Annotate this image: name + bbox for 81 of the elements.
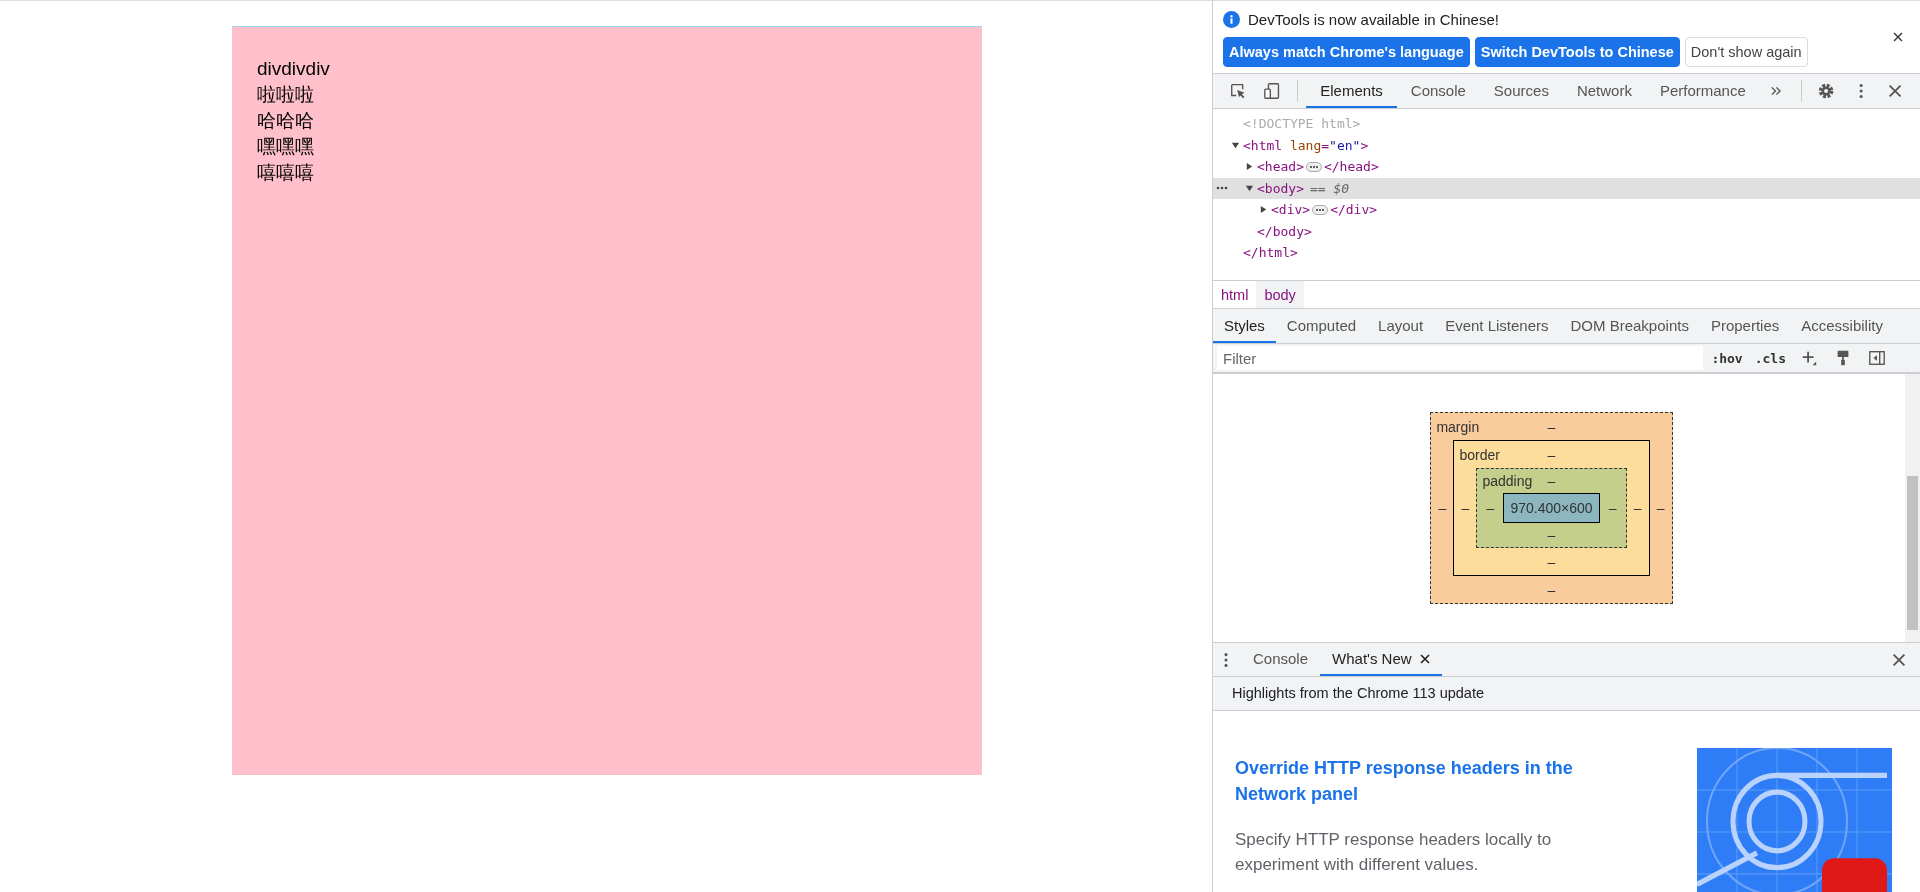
box-label: padding [1482,473,1533,489]
settings-icon[interactable] [1817,81,1836,101]
code-token: <div> [1271,202,1311,218]
code-token: "en" [1329,137,1361,153]
sidebar-tab[interactable]: Event Listeners [1434,309,1560,343]
dom-node-row[interactable]: <html lang="en"> [1213,134,1920,156]
code-token: <head> [1257,159,1304,175]
close-icon[interactable] [1419,653,1430,664]
more-options-icon[interactable] [1223,650,1229,669]
box-value: – [1547,446,1556,463]
panel-tab[interactable]: Performance [1645,74,1760,108]
code-token: </html> [1243,245,1298,261]
dots-icon[interactable] [1216,186,1228,191]
panel-tab[interactable]: Console [1396,74,1480,108]
box-value: – [1608,500,1617,516]
content-size: 970.400×600 [1503,493,1600,523]
ellipsis-icon[interactable] [1305,161,1322,172]
sidebar-tab[interactable]: Layout [1367,309,1435,343]
code-token: </div> [1330,202,1378,218]
article-title[interactable]: Override HTTP response headers in the Network panel [1235,755,1635,807]
box-value: – [1486,500,1495,516]
filter-field[interactable]: Filter [1217,346,1704,370]
box-value: – [1438,500,1447,516]
drawer-tab[interactable]: Console [1241,643,1321,676]
box-value: – [1547,418,1556,435]
code-token: lang [1289,137,1322,153]
box-value: – [1547,581,1556,598]
box-label: border [1459,446,1500,463]
text-line: 嘻嘻嘻 [257,161,315,185]
sidebar-tab[interactable]: Computed [1275,309,1368,343]
close-icon[interactable] [1893,32,1903,42]
box-value: – [1547,473,1556,489]
box-value: – [1547,553,1556,570]
device-icon[interactable] [1263,81,1282,101]
dom-node-row[interactable]: </html> [1213,242,1920,264]
scrollbar[interactable] [1905,374,1920,642]
sidebar-toggle-icon[interactable] [1868,349,1886,367]
text-line: divdivdiv [257,57,331,81]
box-value: – [1633,500,1642,516]
plus-icon[interactable] [1800,349,1818,367]
dom-node-row[interactable]: <head> </head> [1213,156,1920,178]
collapsed-triangle-icon[interactable] [1245,162,1254,172]
dom-node-row[interactable]: <body> == $0 [1213,177,1920,199]
dom-node-row[interactable]: </body> [1213,220,1920,242]
sidebar-tab[interactable]: DOM Breakpoints [1559,309,1700,343]
toggle-button[interactable]: :hov [1707,350,1747,366]
box-label: margin [1436,418,1480,435]
panel-tab[interactable]: Sources [1479,74,1563,108]
expanded-triangle-icon[interactable] [1245,183,1254,193]
box-value: – [1547,527,1556,543]
info-icon [1223,11,1240,28]
sidebar-tab[interactable]: Accessibility [1790,309,1894,343]
info-message: DevTools is now available in Chinese! [1248,11,1499,28]
text-line: 哈哈哈 [257,109,315,133]
drawer-subtitle: Highlights from the Chrome 113 update [1213,677,1920,711]
panel-tab[interactable]: Network [1562,74,1646,108]
box-value: – [1461,500,1470,516]
sidebar-tab[interactable]: Properties [1699,309,1791,343]
code-token: <html [1243,137,1284,153]
code-token: </head> [1323,159,1379,175]
breadcrumb[interactable]: body [1256,281,1304,308]
code-token: <body> [1257,180,1304,196]
info-button[interactable]: Always match Chrome's language [1223,37,1470,67]
article-text: Specify HTTP response headers locally to experiment with different values. [1235,829,1553,876]
dom-node-row[interactable]: <div> </div> [1213,199,1920,221]
collapsed-triangle-icon[interactable] [1259,205,1268,215]
box-value: – [1656,500,1665,516]
ellipsis-icon[interactable] [1312,204,1329,215]
info-button[interactable]: Switch DevTools to Chinese [1474,37,1680,67]
info-button[interactable]: Don't show again [1684,37,1808,67]
more-tabs-icon[interactable] [1769,85,1783,97]
code-token: = [1321,137,1330,153]
toggle-button[interactable]: .cls [1750,350,1790,366]
code-token: </body> [1257,223,1312,239]
text-line: 啦啦啦 [257,83,315,107]
text-line: 嘿嘿嘿 [257,135,315,159]
code-token: == $0 [1309,180,1350,196]
code-token: <!DOCTYPE html> [1243,116,1361,132]
expanded-triangle-icon[interactable] [1231,140,1240,150]
code-token: > [1360,137,1369,153]
panel-tab[interactable]: Elements [1306,74,1397,108]
